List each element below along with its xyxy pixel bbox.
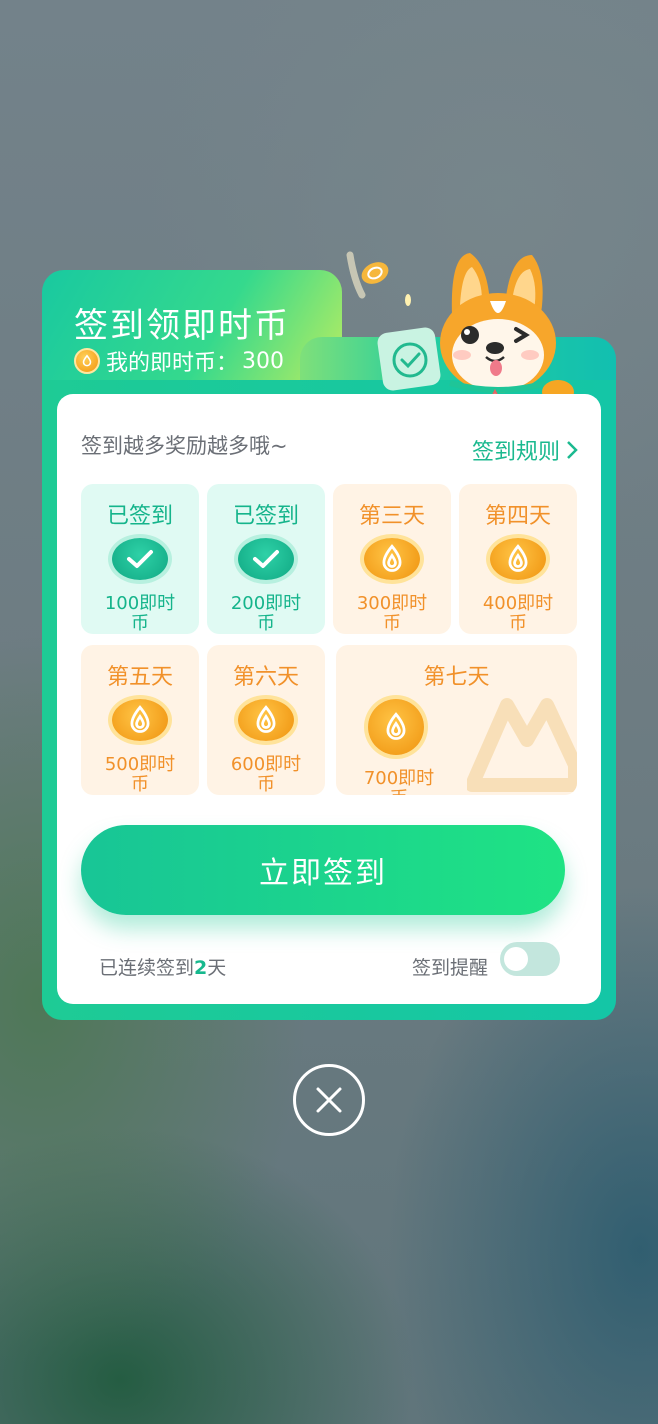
day-card-6: 第六天 600即时币 <box>207 645 325 795</box>
day-label: 第六天 <box>232 665 299 690</box>
rules-link-label: 签到规则 <box>471 440 560 465</box>
day-label: 第三天 <box>358 504 425 529</box>
day-card-2: 已签到 200即时币 <box>207 484 325 634</box>
day-reward: 600即时币 <box>230 754 302 795</box>
signin-button[interactable]: 立即签到 <box>81 825 565 915</box>
reminder-label: 签到提醒 <box>411 957 488 979</box>
day-card-7: 第七天 700即时币 <box>336 645 577 795</box>
day-reward: 400即时币 <box>482 593 554 634</box>
day-reward: 500即时币 <box>104 754 176 795</box>
day-reward: 300即时币 <box>356 593 428 634</box>
check-icon <box>112 538 168 580</box>
rules-link[interactable]: 签到规则 <box>472 434 578 466</box>
day-card-3: 第三天 300即时币 <box>333 484 451 634</box>
streak-count: 2 <box>194 957 208 979</box>
day-card-4: 第四天 400即时币 <box>459 484 577 634</box>
day-label: 已签到 <box>106 504 173 529</box>
coin-icon <box>74 348 100 374</box>
check-icon <box>238 538 294 580</box>
day-label: 第四天 <box>484 504 551 529</box>
day-reward: 200即时币 <box>230 593 302 634</box>
chevron-right-icon <box>567 441 578 459</box>
close-icon <box>316 1087 342 1113</box>
subtitle: 签到越多奖励越多哦~ <box>81 434 288 458</box>
toggle-knob <box>504 947 528 971</box>
day-reward: 700即时币 <box>363 768 435 796</box>
reminder-toggle[interactable] <box>500 942 560 976</box>
close-button[interactable] <box>293 1064 365 1136</box>
day-label: 第七天 <box>423 665 490 690</box>
coin-icon <box>112 699 168 741</box>
coin-icon <box>368 699 424 755</box>
page-title: 签到领即时币 <box>74 306 290 346</box>
day-reward: 100即时币 <box>104 593 176 634</box>
coin-icon <box>238 699 294 741</box>
streak-text: 已连续签到2天 <box>99 953 226 980</box>
my-coins: 我的即时币： 300 <box>74 345 284 377</box>
streak-prefix: 已连续签到 <box>99 957 195 979</box>
day-label: 第五天 <box>106 665 173 690</box>
my-coins-label: 我的即时币： <box>106 351 239 376</box>
coin-icon <box>490 538 546 580</box>
day-card-1: 已签到 100即时币 <box>81 484 199 634</box>
day-label: 已签到 <box>232 504 299 529</box>
corgi-mascot-icon <box>346 251 574 413</box>
streak-suffix: 天 <box>207 957 227 979</box>
day-card-5: 第五天 500即时币 <box>81 645 199 795</box>
coin-icon <box>364 538 420 580</box>
my-coins-value: 300 <box>242 348 285 374</box>
